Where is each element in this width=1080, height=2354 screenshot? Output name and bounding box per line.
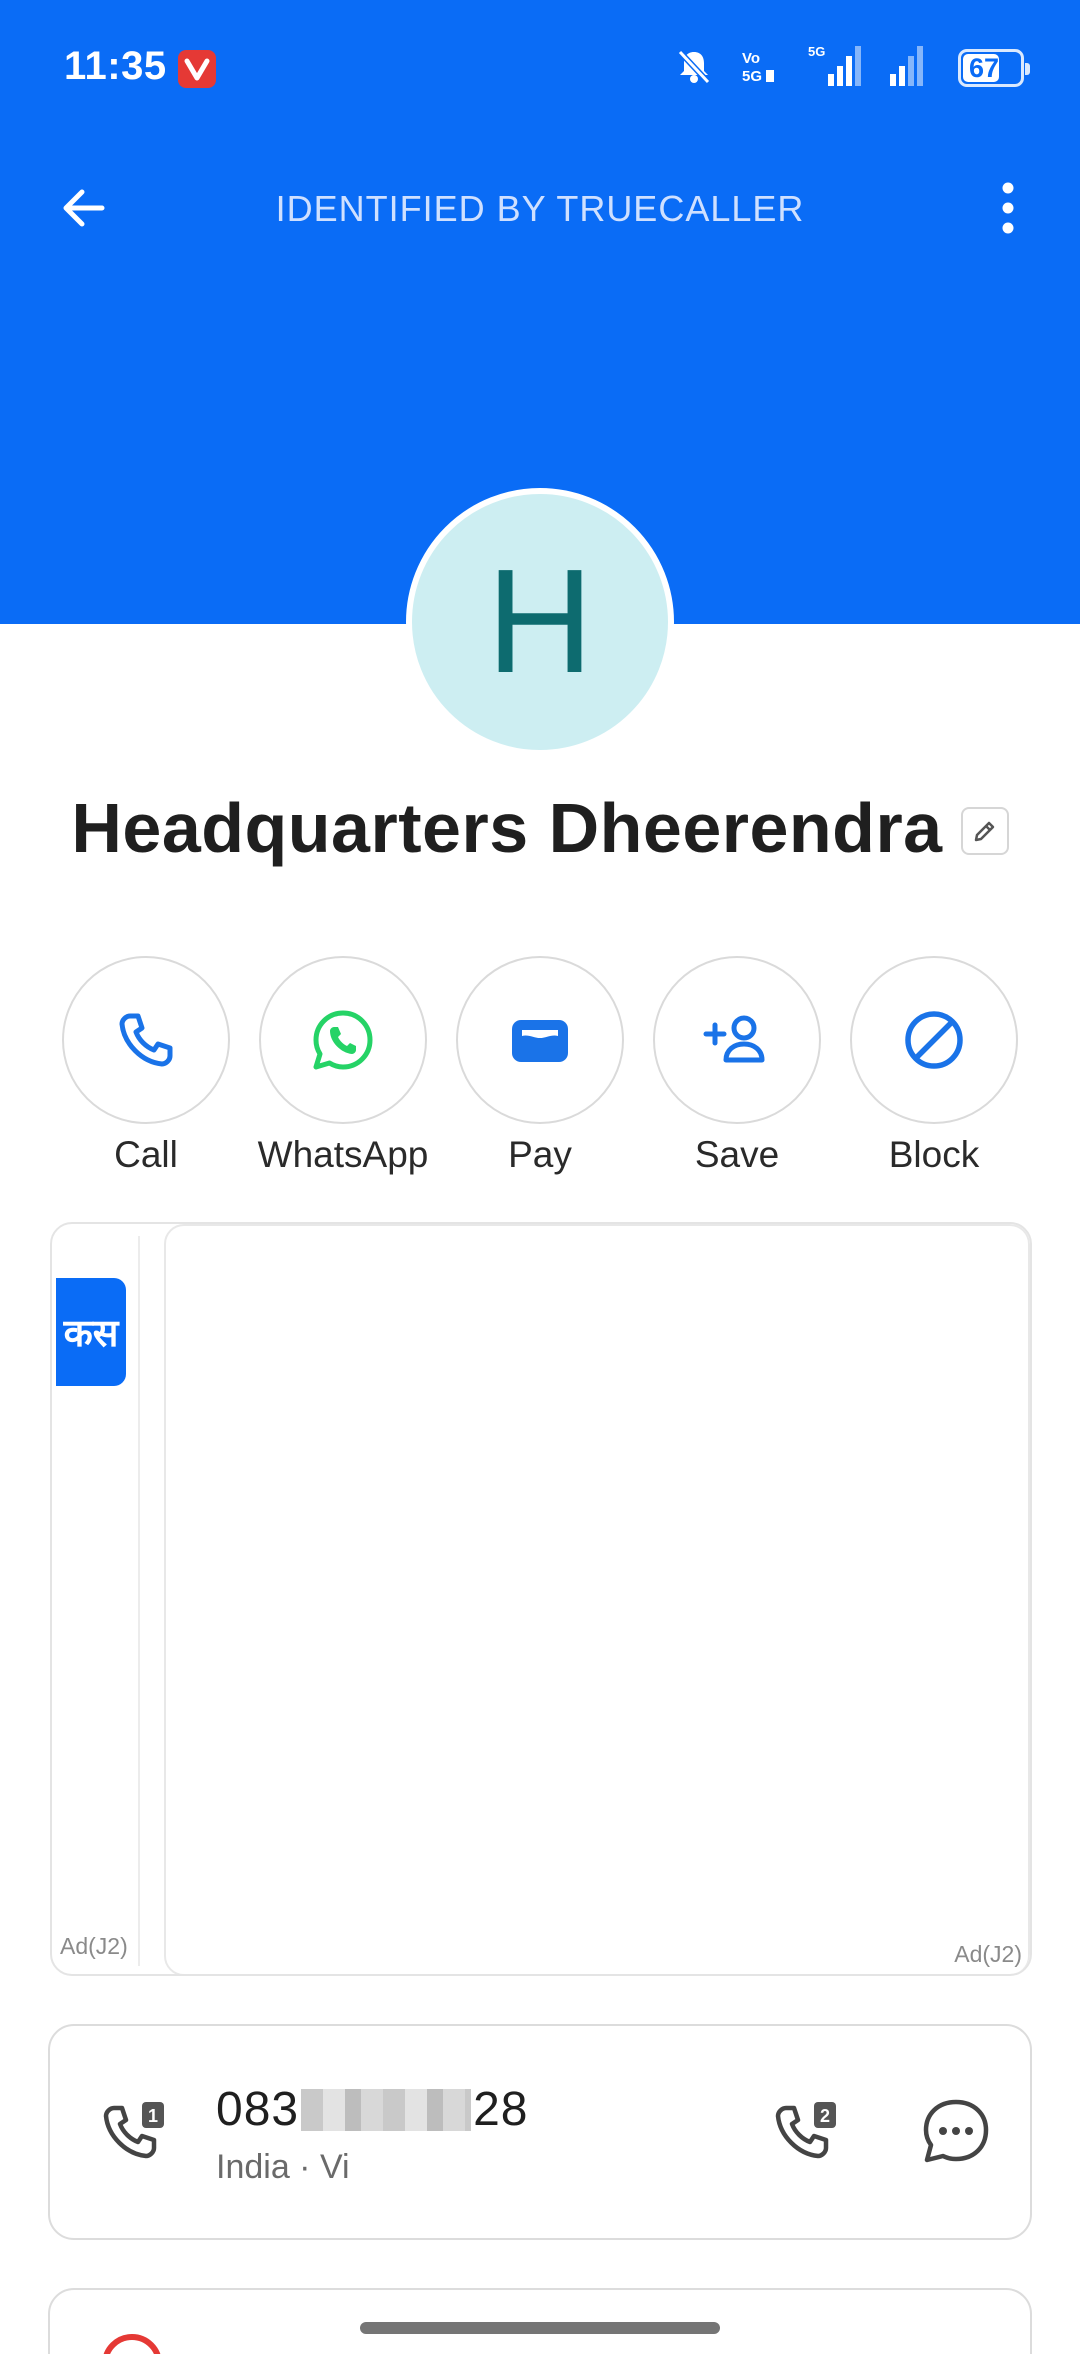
phone-number-meta: India · Vi bbox=[216, 2148, 350, 2186]
ad-tag-left: Ad(J2) bbox=[60, 1933, 128, 1959]
phone-number-prefix: 083 bbox=[216, 2083, 300, 2136]
vivaldi-app-icon bbox=[178, 50, 216, 88]
svg-text:1: 1 bbox=[148, 2106, 158, 2126]
volte-icon: Vo 5G bbox=[740, 46, 780, 91]
svg-text:5G: 5G bbox=[808, 44, 825, 59]
whatsapp-icon bbox=[313, 1010, 373, 1070]
contact-name: Headquarters Dheerendra bbox=[71, 789, 943, 867]
phone-number-card[interactable]: 1 083 28 India · Vi 2 bbox=[48, 2024, 1032, 2240]
pay-button[interactable] bbox=[456, 956, 624, 1124]
ad-card-main[interactable]: Ad(J2) bbox=[164, 1224, 1030, 1974]
save-action[interactable]: Save bbox=[653, 956, 821, 1176]
sim2-call-button[interactable]: 2 bbox=[770, 2094, 850, 2174]
whatsapp-action[interactable]: WhatsApp bbox=[257, 956, 429, 1176]
signal-icon bbox=[888, 44, 932, 93]
more-vert-icon bbox=[1002, 182, 1014, 234]
wallet-icon bbox=[512, 1020, 568, 1062]
signal-5g-icon: 5G bbox=[806, 44, 862, 93]
toolbar: IDENTIFIED BY TRUECALLER bbox=[0, 160, 1080, 256]
sim2-call-icon: 2 bbox=[775, 2102, 836, 2159]
status-bar: 11:35 Vo 5G 5G 67 bbox=[0, 0, 1080, 140]
avatar: H bbox=[406, 488, 674, 756]
phone-number: 083 28 bbox=[216, 2082, 528, 2137]
status-icons: Vo 5G 5G 67 bbox=[674, 44, 1030, 93]
phone-icon bbox=[119, 1013, 173, 1067]
edit-name-button[interactable] bbox=[960, 807, 1009, 855]
action-buttons: Call WhatsApp Pay Save Block bbox=[62, 956, 1018, 1176]
more-options-button[interactable] bbox=[976, 176, 1040, 240]
message-button[interactable] bbox=[914, 2090, 998, 2174]
redacted-digits bbox=[301, 2088, 472, 2131]
avatar-letter: H bbox=[486, 539, 594, 704]
ad-card-previous[interactable]: कस Ad(J2) bbox=[52, 1236, 140, 1966]
block-label: Block bbox=[888, 1134, 980, 1175]
spam-info-icon bbox=[102, 2334, 162, 2354]
ad-carousel[interactable]: कस Ad(J2) Ad(J2) bbox=[50, 1222, 1032, 1976]
whatsapp-label: WhatsApp bbox=[257, 1134, 429, 1175]
call-action[interactable]: Call bbox=[62, 956, 230, 1176]
next-info-card[interactable] bbox=[48, 2288, 1032, 2354]
save-label: Save bbox=[694, 1134, 780, 1175]
battery-icon: 67 bbox=[958, 49, 1030, 87]
svg-text:2: 2 bbox=[820, 2106, 830, 2126]
block-icon bbox=[905, 1011, 963, 1069]
toolbar-title: IDENTIFIED BY TRUECALLER bbox=[275, 188, 805, 229]
phone-number-suffix: 28 bbox=[473, 2083, 529, 2136]
add-contact-icon bbox=[703, 1015, 765, 1063]
block-action[interactable]: Block bbox=[850, 956, 1018, 1176]
svg-text:Vo: Vo bbox=[742, 50, 760, 67]
status-time: 11:35 bbox=[64, 44, 167, 88]
contact-name-row: Headquarters Dheerendra bbox=[0, 780, 1080, 876]
bell-off-icon bbox=[674, 46, 714, 91]
block-button[interactable] bbox=[850, 956, 1018, 1124]
ad-chip[interactable]: कस bbox=[56, 1278, 126, 1386]
message-icon bbox=[923, 2099, 989, 2163]
call-label: Call bbox=[114, 1134, 178, 1175]
pay-label: Pay bbox=[508, 1134, 572, 1175]
save-button[interactable] bbox=[653, 956, 821, 1124]
pay-action[interactable]: Pay bbox=[456, 956, 624, 1176]
svg-text:5G: 5G bbox=[742, 68, 762, 85]
pencil-icon bbox=[974, 821, 994, 842]
sim1-call-icon[interactable]: 1 bbox=[98, 2094, 178, 2174]
whatsapp-button[interactable] bbox=[259, 956, 427, 1124]
call-button[interactable] bbox=[62, 956, 230, 1124]
ad-tag-right: Ad(J2) bbox=[954, 1941, 1022, 1967]
home-indicator[interactable] bbox=[360, 2322, 720, 2334]
battery-level: 67 bbox=[969, 53, 1000, 83]
